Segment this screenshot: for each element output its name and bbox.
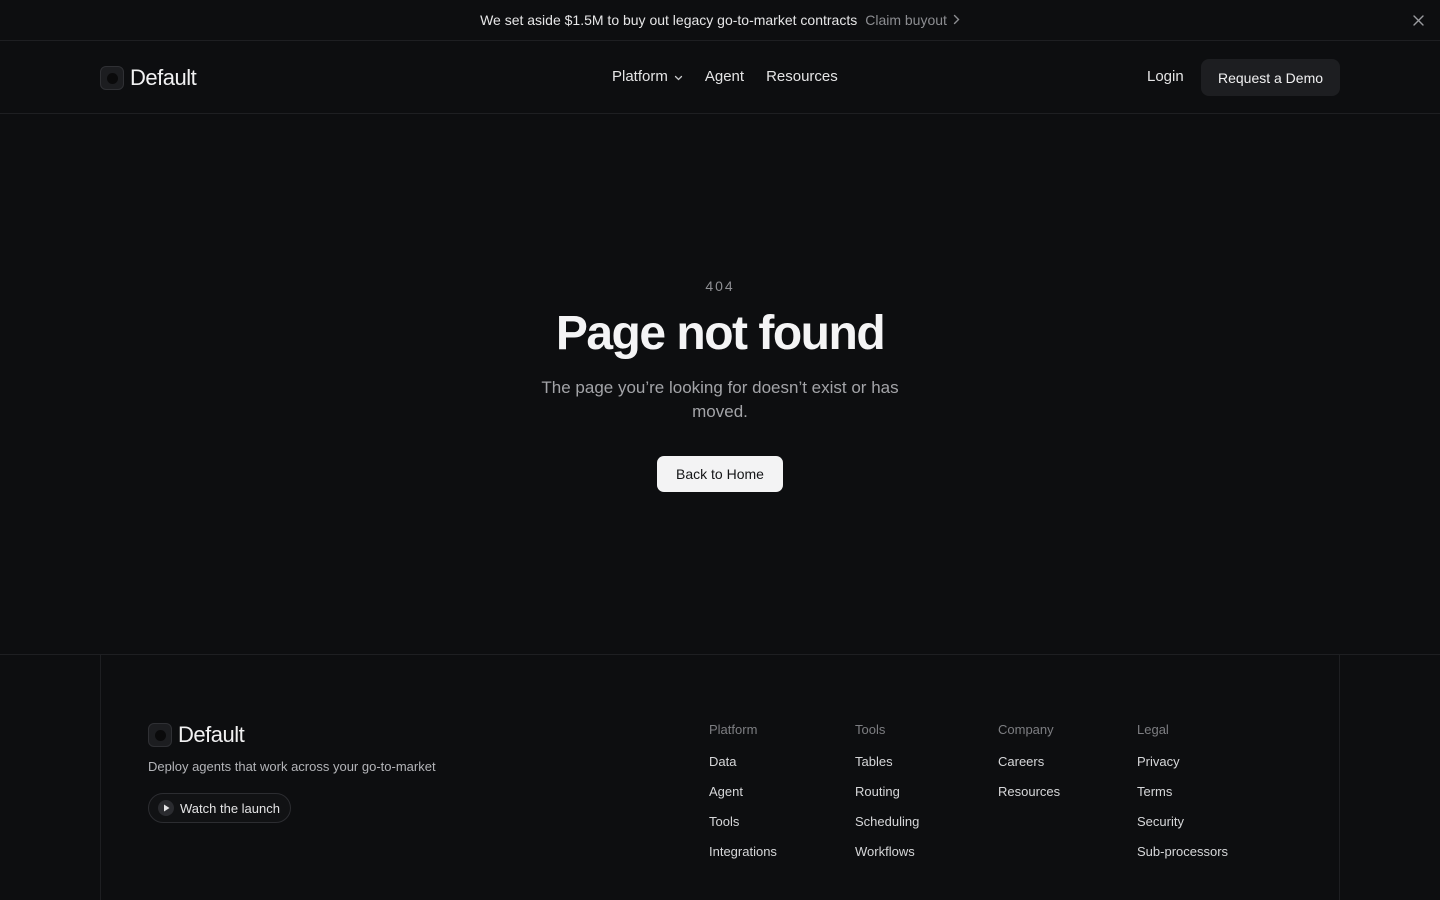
nav-item-agent[interactable]: Agent [705,68,744,85]
main-nav: Platform Agent Resources [612,68,860,85]
footer-link-scheduling[interactable]: Scheduling [855,814,919,830]
play-icon [158,800,174,816]
footer-logo[interactable]: Default [148,722,245,748]
logo-mark-icon [100,66,124,90]
footer-link-integrations[interactable]: Integrations [709,844,777,860]
error-code: 404 [705,278,735,294]
footer-tagline: Deploy agents that work across your go-t… [148,759,436,774]
footer-column-heading: Company [998,722,1054,737]
back-to-home-button[interactable]: Back to Home [657,456,783,492]
footer-link-terms[interactable]: Terms [1137,784,1228,800]
site-footer: Default Deploy agents that work across y… [0,654,1440,900]
watch-launch-button[interactable]: Watch the launch [148,793,291,823]
footer-column-heading: Platform [709,722,758,737]
footer-divider-right [1339,655,1340,900]
footer-link-workflows[interactable]: Workflows [855,844,919,860]
login-link[interactable]: Login [1147,68,1184,85]
claim-buyout-label: Claim buyout [865,12,947,28]
footer-column-heading: Tools [855,722,886,737]
header-logo[interactable]: Default [100,65,197,91]
footer-link-routing[interactable]: Routing [855,784,919,800]
footer-column-platform: Platform Data Agent Tools Integrations [709,722,777,874]
footer-link-privacy[interactable]: Privacy [1137,754,1228,770]
footer-link-data[interactable]: Data [709,754,777,770]
chevron-right-icon [953,12,960,28]
site-header: Default Platform Agent Resources Login R… [0,41,1440,114]
nav-item-resources[interactable]: Resources [766,68,838,85]
footer-column-company: Company Careers Resources [998,722,1060,814]
footer-brand-name: Default [178,722,245,747]
footer-link-tables[interactable]: Tables [855,754,919,770]
footer-divider-left [100,655,101,900]
footer-link-careers[interactable]: Careers [998,754,1060,770]
nav-item-platform[interactable]: Platform [612,68,683,85]
footer-link-sub-processors[interactable]: Sub-processors [1137,844,1228,860]
chevron-down-icon [674,68,683,85]
footer-link-security[interactable]: Security [1137,814,1228,830]
page-title: Page not found [555,307,886,360]
footer-link-agent[interactable]: Agent [709,784,777,800]
error-description: The page you’re looking for doesn’t exis… [541,378,899,421]
footer-column-heading: Legal [1137,722,1169,737]
logo-mark-icon [148,723,172,747]
error-section: 404 Page not found The page you’re looki… [0,114,1440,654]
claim-buyout-link[interactable]: Claim buyout [865,12,960,28]
request-demo-button[interactable]: Request a Demo [1201,59,1340,96]
footer-link-tools[interactable]: Tools [709,814,777,830]
nav-item-label: Platform [612,68,668,85]
announcement-bar: We set aside $1.5M to buy out legacy go-… [0,0,1440,41]
watch-launch-label: Watch the launch [180,800,280,816]
footer-column-legal: Legal Privacy Terms Security Sub-process… [1137,722,1228,874]
close-icon[interactable] [1410,12,1426,28]
brand-name: Default [130,65,197,90]
footer-link-resources[interactable]: Resources [998,784,1060,800]
announcement-message: We set aside $1.5M to buy out legacy go-… [480,12,858,28]
footer-column-tools: Tools Tables Routing Scheduling Workflow… [855,722,919,874]
